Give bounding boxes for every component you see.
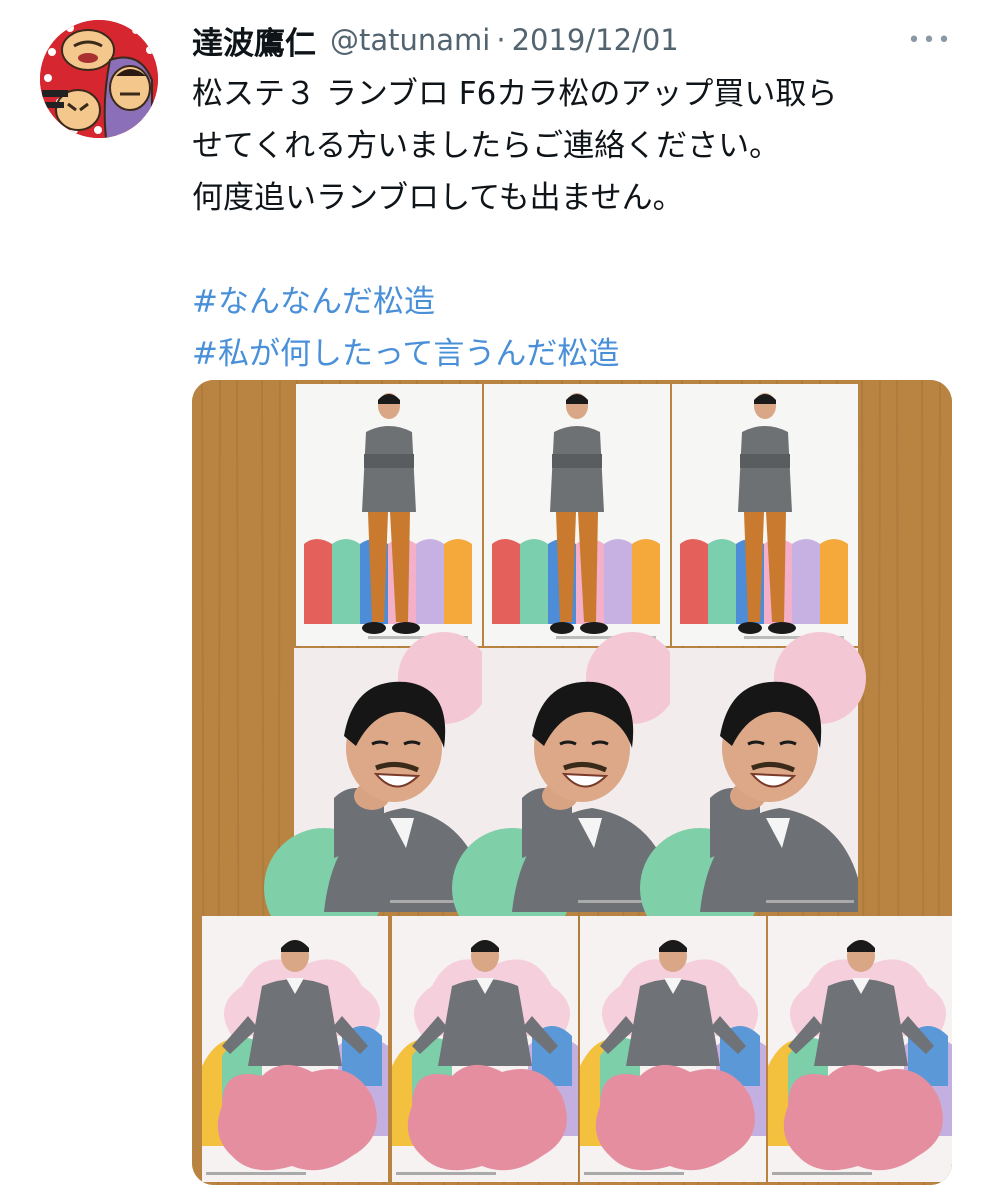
more-dots-icon[interactable]: ••• — [906, 22, 954, 58]
tweet-text: 松ステ３ ランブロ F6カラ松のアップ買い取ら せてくれる方いましたらご連絡くだ… — [192, 68, 962, 380]
avatar-illustration — [40, 20, 158, 138]
tweet-header: 達波鷹仁 @tatunami · 2019/12/01 — [192, 18, 679, 62]
tweet-text-line: 松ステ３ ランブロ F6カラ松のアップ買い取ら — [192, 76, 838, 112]
tweet-text-line: 何度追いランブロしても出ません。 — [192, 180, 684, 216]
separator-dot: · — [496, 23, 506, 57]
tweet-photo[interactable] — [192, 380, 952, 1185]
tweet[interactable]: 達波鷹仁 @tatunami · 2019/12/01 ••• 松ステ３ ランブ… — [0, 0, 993, 1200]
display-name[interactable]: 達波鷹仁 — [192, 18, 316, 63]
avatar[interactable] — [40, 20, 158, 138]
photo-cards-on-table — [192, 380, 952, 1185]
tweet-text-line: せてくれる方いましたらご連絡ください。 — [192, 128, 781, 164]
tweet-date[interactable]: 2019/12/01 — [512, 23, 679, 57]
hashtag-link[interactable]: #なんなんだ松造 — [192, 276, 962, 328]
hashtag-link[interactable]: #私が何したって言うんだ松造 — [192, 328, 962, 380]
user-handle[interactable]: @tatunami — [330, 23, 490, 57]
